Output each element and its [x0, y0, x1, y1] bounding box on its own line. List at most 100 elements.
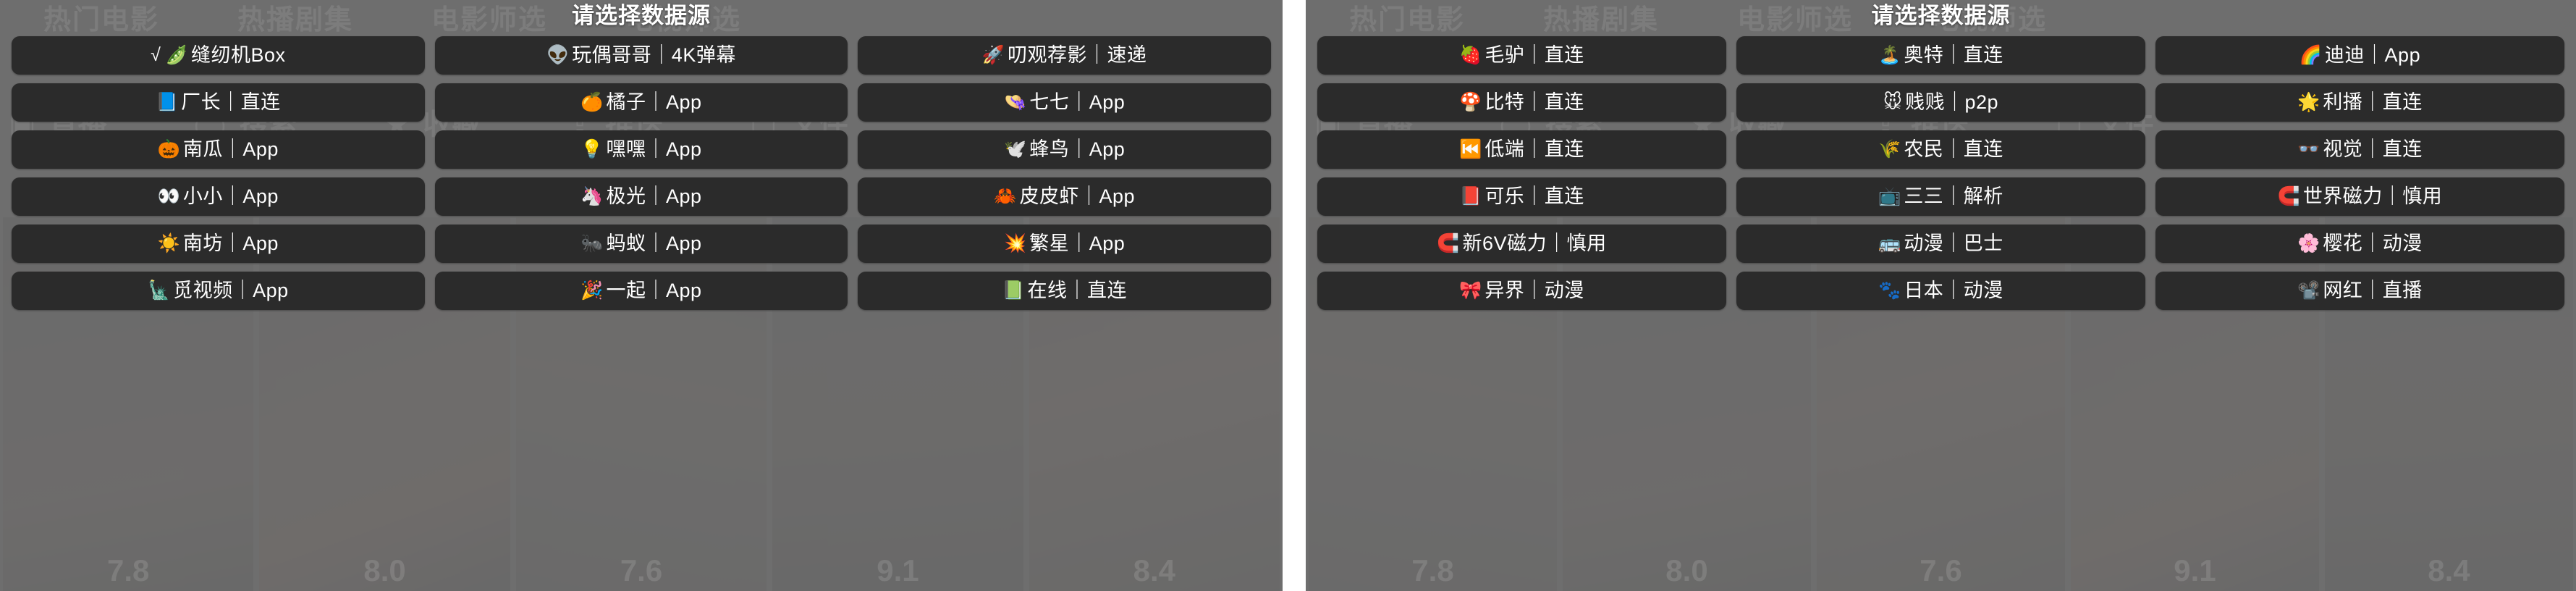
data-source-label: 异界｜动漫 — [1485, 280, 1584, 301]
data-source-option[interactable]: 👒 七七｜App — [858, 83, 1271, 122]
data-source-label: 日本｜动漫 — [1904, 280, 2003, 301]
data-source-option[interactable]: 📽️ 网红｜直播 — [2155, 272, 2564, 310]
data-source-label: 厂长｜直连 — [181, 91, 281, 113]
panel-divider — [1283, 0, 1306, 591]
data-source-emoji-icon: 🗽 — [147, 280, 171, 301]
data-source-emoji-icon: 🍊 — [580, 92, 604, 112]
data-source-emoji-icon: 👽 — [546, 45, 570, 65]
data-source-dialog: 请选择数据源 🍓 毛驴｜直连 🏝️ 奥特｜直连 🌈 迪迪｜App 🍄 比特｜直连 🐭 贱贱｜p2p… — [1306, 0, 2576, 591]
data-source-option[interactable]: 🐜 蚂蚁｜App — [434, 225, 848, 263]
data-source-emoji-icon: 📺 — [1878, 186, 1901, 206]
data-source-option[interactable]: 🌾 农民｜直连 — [1736, 130, 2145, 169]
data-source-option[interactable]: 💥 繁星｜App — [858, 225, 1271, 263]
data-source-emoji-icon: 📽️ — [2297, 280, 2320, 301]
data-source-option[interactable]: 🌟 利播｜直连 — [2155, 83, 2564, 122]
data-source-label: 蚂蚁｜App — [606, 232, 702, 254]
data-source-emoji-icon: 🚀 — [981, 45, 1005, 65]
data-source-emoji-icon: 🕊️ — [1004, 139, 1027, 159]
data-source-option[interactable]: 🐾 日本｜动漫 — [1736, 272, 2145, 310]
data-source-option[interactable]: √ 🫛 缝纫机Box — [12, 36, 425, 75]
data-source-dialog: 请选择数据源 √ 🫛 缝纫机Box 👽 玩偶哥哥｜4K弹幕 🚀 叨观荐影｜速递 📘 厂长｜直连… — [0, 0, 1283, 591]
data-source-emoji-icon: 💥 — [1004, 233, 1027, 253]
data-source-option[interactable]: 🗽 觅视频｜App — [12, 272, 425, 310]
data-source-label: 嘿嘿｜App — [606, 138, 702, 160]
data-source-option[interactable]: 📺 三三｜解析 — [1736, 177, 2145, 216]
data-source-emoji-icon: 🌸 — [2297, 233, 2320, 253]
data-source-emoji-icon: 🏝️ — [1878, 45, 1901, 65]
data-source-label: 玩偶哥哥｜4K弹幕 — [572, 44, 736, 66]
data-source-emoji-icon: 🚌 — [1878, 233, 1901, 253]
data-source-emoji-icon: 👓 — [2297, 139, 2320, 159]
data-source-label: 动漫｜巴士 — [1904, 232, 2003, 254]
data-source-option[interactable]: 👀 小小｜App — [12, 177, 425, 216]
data-source-grid: √ 🫛 缝纫机Box 👽 玩偶哥哥｜4K弹幕 🚀 叨观荐影｜速递 📘 厂长｜直连 🍊 橘子｜App… — [12, 36, 1271, 310]
data-source-emoji-icon: 🎉 — [580, 280, 604, 301]
data-source-label: 在线｜直连 — [1027, 280, 1127, 301]
data-source-option[interactable]: ⏮️ 低端｜直连 — [1317, 130, 1726, 169]
data-source-label: 网红｜直播 — [2323, 280, 2423, 301]
data-source-option[interactable]: 🎉 一起｜App — [434, 272, 848, 310]
data-source-label: 迪迪｜App — [2325, 44, 2421, 66]
data-source-emoji-icon: 🦀 — [994, 186, 1017, 206]
data-source-option[interactable]: 📕 可乐｜直连 — [1317, 177, 1726, 216]
data-source-option[interactable]: 🧲 世界磁力｜慎用 — [2155, 177, 2564, 216]
data-source-option[interactable]: 🧲 新6V磁力｜慎用 — [1317, 225, 1726, 263]
data-source-option[interactable]: 🎃 南瓜｜App — [12, 130, 425, 169]
data-source-label: 皮皮虾｜App — [1019, 185, 1135, 207]
data-source-emoji-icon: 🧲 — [1437, 233, 1460, 253]
data-source-option[interactable]: 🏝️ 奥特｜直连 — [1736, 36, 2145, 75]
data-source-label: 三三｜解析 — [1904, 185, 2003, 207]
screenshot-root: 热门电影 热播剧集 电影师选 电视师选 ▣ 直播 ◯ 搜索 ★ 收藏 ⇪ 推送 ▢ 文件 … — [0, 0, 2576, 591]
data-source-grid: 🍓 毛驴｜直连 🏝️ 奥特｜直连 🌈 迪迪｜App 🍄 比特｜直连 🐭 贱贱｜p2p 🌟 利播｜直连 ⏮… — [1317, 36, 2564, 310]
data-source-emoji-icon: 🧲 — [2277, 186, 2300, 206]
data-source-label: 奥特｜直连 — [1904, 44, 2003, 66]
data-source-option[interactable]: 🕊️ 蜂鸟｜App — [858, 130, 1271, 169]
data-source-label: 新6V磁力｜慎用 — [1462, 232, 1607, 254]
data-source-emoji-icon: 📗 — [1002, 280, 1025, 301]
data-source-option[interactable]: ☀️ 南坊｜App — [12, 225, 425, 263]
dialog-title: 请选择数据源 — [572, 3, 711, 28]
data-source-label: 橘子｜App — [606, 91, 702, 113]
data-source-emoji-icon: ⏮️ — [1459, 139, 1482, 159]
data-source-option[interactable]: 🍄 比特｜直连 — [1317, 83, 1726, 122]
data-source-option[interactable]: 🐭 贱贱｜p2p — [1736, 83, 2145, 122]
data-source-option[interactable]: 🍊 橘子｜App — [434, 83, 848, 122]
data-source-option[interactable]: 🚀 叨观荐影｜速递 — [858, 36, 1271, 75]
data-source-label: 七七｜App — [1029, 91, 1126, 113]
data-source-option[interactable]: 🚌 动漫｜巴士 — [1736, 225, 2145, 263]
data-source-option[interactable]: 👽 玩偶哥哥｜4K弹幕 — [434, 36, 848, 75]
data-source-option[interactable]: 📘 厂长｜直连 — [12, 83, 425, 122]
data-source-emoji-icon: 🐾 — [1878, 280, 1901, 301]
data-source-emoji-icon: 🎀 — [1459, 280, 1482, 301]
data-source-label: 利播｜直连 — [2323, 91, 2423, 113]
data-source-option[interactable]: 🦄 极光｜App — [434, 177, 848, 216]
data-source-option[interactable]: 🌈 迪迪｜App — [2155, 36, 2564, 75]
data-source-emoji-icon: 🐭 — [1883, 92, 1902, 112]
data-source-option[interactable]: 🌸 樱花｜动漫 — [2155, 225, 2564, 263]
data-source-label: 觅视频｜App — [173, 280, 289, 301]
data-source-emoji-icon: 💡 — [580, 139, 604, 159]
data-source-emoji-icon: 🐜 — [580, 233, 604, 253]
data-source-option[interactable]: 🍓 毛驴｜直连 — [1317, 36, 1726, 75]
data-source-option[interactable]: 👓 视觉｜直连 — [2155, 130, 2564, 169]
data-source-emoji-icon: √ 🫛 — [151, 45, 188, 65]
data-source-option[interactable]: 🎀 异界｜动漫 — [1317, 272, 1726, 310]
data-source-label: 比特｜直连 — [1485, 91, 1584, 113]
data-source-emoji-icon: 🎃 — [157, 139, 180, 159]
data-source-option[interactable]: 🦀 皮皮虾｜App — [858, 177, 1271, 216]
data-source-label: 南坊｜App — [182, 232, 279, 254]
data-source-emoji-icon: 🌈 — [2299, 45, 2323, 65]
data-source-option[interactable]: 💡 嘿嘿｜App — [434, 130, 848, 169]
data-source-option[interactable]: 📗 在线｜直连 — [858, 272, 1271, 310]
data-source-emoji-icon: 👒 — [1004, 92, 1027, 112]
data-source-label: 叨观荐影｜速递 — [1007, 44, 1147, 66]
data-source-label: 可乐｜直连 — [1485, 185, 1584, 207]
data-source-label: 视觉｜直连 — [2323, 138, 2423, 160]
data-source-label: 低端｜直连 — [1485, 138, 1584, 160]
data-source-label: 农民｜直连 — [1904, 138, 2003, 160]
data-source-emoji-icon: 👀 — [157, 186, 180, 206]
data-source-label: 极光｜App — [606, 185, 702, 207]
data-source-emoji-icon: 📘 — [156, 92, 179, 112]
data-source-emoji-icon: 🌟 — [2297, 92, 2320, 112]
right-panel: 热门电影 热播剧集 电影师选 电视师选 ▣ 直播 ◯ 搜索 ★ 收藏 ⇪ 推送 ▢ 文件 … — [1306, 0, 2576, 591]
